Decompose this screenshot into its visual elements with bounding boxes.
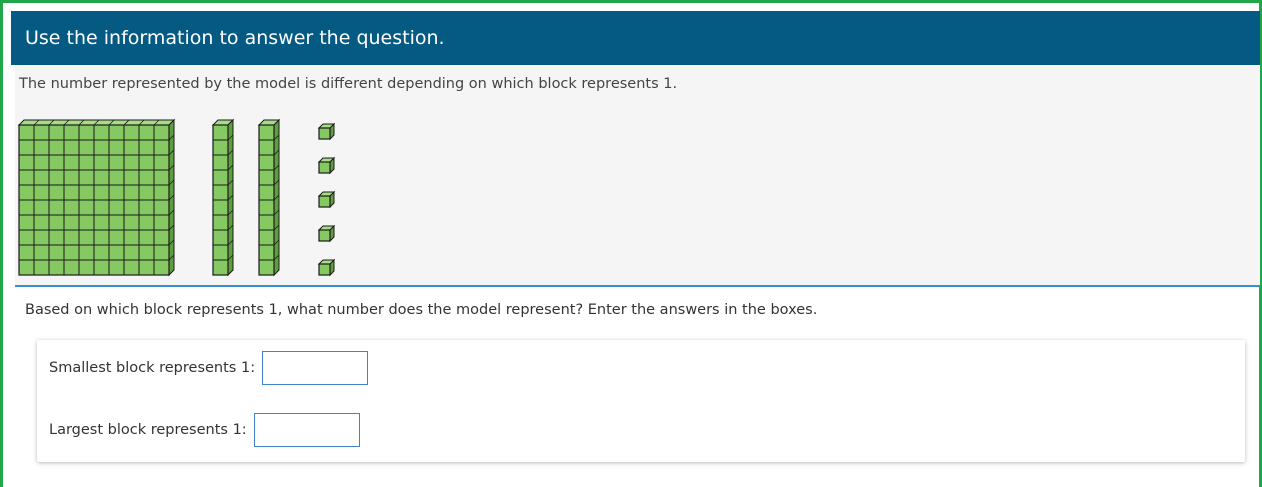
answer-card: Smallest block represents 1: Largest blo… [37,340,1245,462]
unit-block [317,156,336,175]
question-prompt: Based on which block represents 1, what … [25,302,818,318]
header-title: Use the information to answer the questi… [25,27,445,49]
stimulus-panel: The number represented by the model is d… [15,65,1260,287]
rod-block [257,118,281,277]
unit-block [317,224,336,243]
unit-block [317,258,336,277]
answer-row-largest: Largest block represents 1: [49,413,360,447]
unit-block [317,122,336,141]
rod-block [211,118,235,277]
largest-block-label: Largest block represents 1: [49,422,247,438]
item-frame: Use the information to answer the questi… [0,0,1262,487]
flat-block [17,118,176,277]
largest-block-answer-input[interactable] [253,413,360,447]
answer-row-smallest: Smallest block represents 1: [49,351,369,385]
unit-block [317,190,336,209]
smallest-block-label: Smallest block represents 1: [49,360,256,376]
smallest-block-answer-input[interactable] [262,351,369,385]
item-header: Use the information to answer the questi… [11,11,1260,65]
base-ten-blocks-model [17,118,336,277]
